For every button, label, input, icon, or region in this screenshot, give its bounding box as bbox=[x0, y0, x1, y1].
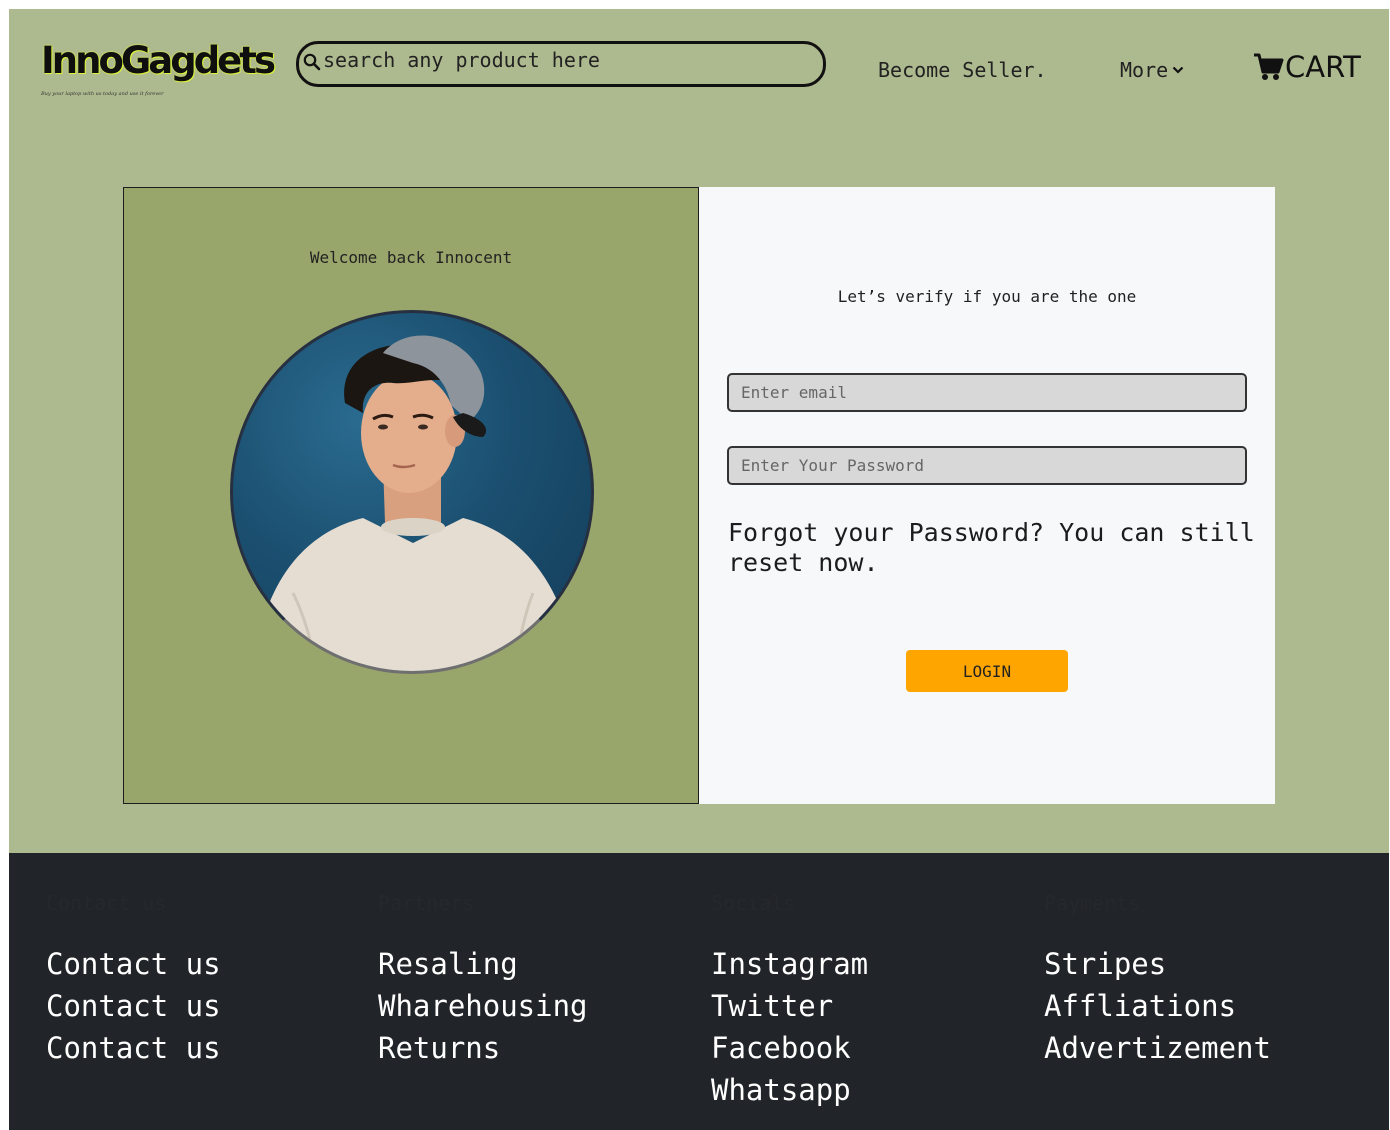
search-input[interactable] bbox=[321, 48, 803, 72]
footer-link[interactable]: Wharehousing bbox=[378, 985, 588, 1027]
cart-button[interactable]: CART bbox=[1253, 50, 1361, 84]
footer-column-title: Payments bbox=[1044, 891, 1141, 915]
search-bar[interactable] bbox=[296, 41, 826, 87]
footer-column-partners: Partners Resaling Wharehousing Returns bbox=[378, 888, 588, 1069]
become-seller-link[interactable]: Become Seller. bbox=[878, 58, 1047, 82]
footer-column-title: Socials bbox=[711, 891, 796, 915]
footer: Contact us Contact us Contact us Contact… bbox=[9, 853, 1389, 1130]
footer-link[interactable]: Contact us bbox=[46, 1027, 221, 1069]
search-icon bbox=[303, 53, 321, 71]
logo[interactable]: InnoGagdets bbox=[41, 39, 281, 83]
footer-link[interactable]: Contact us bbox=[46, 943, 221, 985]
footer-column-payments: Payments Stripes Affliations Advertizeme… bbox=[1044, 888, 1271, 1069]
page: InnoGagdets Buy your laptop with us toda… bbox=[9, 9, 1389, 1130]
user-portrait-image bbox=[253, 335, 578, 671]
footer-link[interactable]: Contact us bbox=[46, 985, 221, 1027]
footer-link-facebook[interactable]: Facebook bbox=[711, 1027, 868, 1069]
footer-column-contact: Contact us Contact us Contact us Contact… bbox=[46, 888, 221, 1069]
welcome-panel: Welcome back Innocent bbox=[123, 187, 699, 804]
footer-link-whatsapp[interactable]: Whatsapp bbox=[711, 1069, 868, 1111]
verify-heading: Let’s verify if you are the one bbox=[837, 287, 1137, 306]
footer-column-title: Partners bbox=[378, 891, 475, 915]
login-form-panel: Let’s verify if you are the one Forgot y… bbox=[699, 187, 1275, 804]
footer-link[interactable]: Resaling bbox=[378, 943, 588, 985]
email-field[interactable] bbox=[727, 373, 1247, 412]
footer-link-twitter[interactable]: Twitter bbox=[711, 985, 868, 1027]
footer-column-socials: Socials Instagram Twitter Facebook Whats… bbox=[711, 888, 868, 1111]
cart-label: CART bbox=[1285, 50, 1361, 84]
welcome-text: Welcome back Innocent bbox=[309, 248, 513, 267]
more-label: More bbox=[1120, 58, 1169, 82]
footer-link[interactable]: Stripes bbox=[1044, 943, 1271, 985]
footer-link[interactable]: Advertizement bbox=[1044, 1027, 1271, 1069]
footer-link-instagram[interactable]: Instagram bbox=[711, 943, 868, 985]
avatar bbox=[230, 310, 594, 674]
login-button[interactable]: LOGIN bbox=[906, 650, 1068, 692]
footer-link[interactable]: Returns bbox=[378, 1027, 588, 1069]
more-menu[interactable]: More bbox=[1120, 58, 1184, 82]
password-field[interactable] bbox=[727, 446, 1247, 485]
brand[interactable]: InnoGagdets Buy your laptop with us toda… bbox=[41, 39, 281, 97]
footer-column-title: Contact us bbox=[46, 891, 167, 915]
forgot-password-link[interactable]: Forgot your Password? You can still rese… bbox=[728, 518, 1258, 578]
cart-icon bbox=[1254, 53, 1284, 80]
footer-link[interactable]: Affliations bbox=[1044, 985, 1271, 1027]
tagline: Buy your laptop with us today and use it… bbox=[41, 91, 164, 97]
chevron-down-icon bbox=[1172, 66, 1184, 74]
